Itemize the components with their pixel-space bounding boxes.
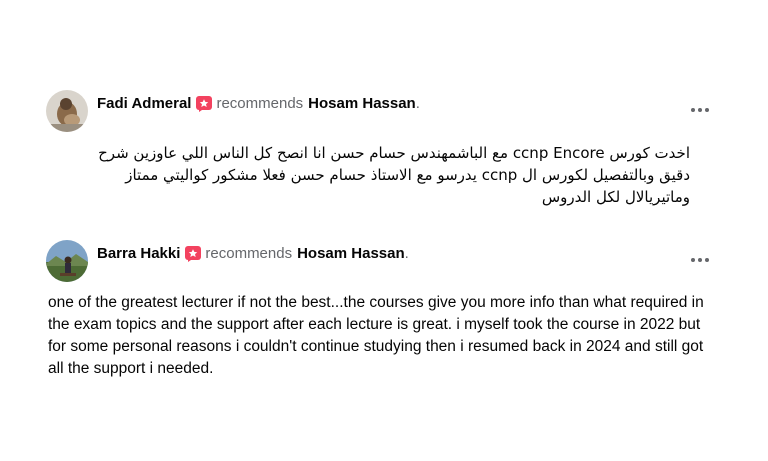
avatar[interactable]	[46, 240, 88, 282]
avatar-photo-icon	[46, 90, 88, 132]
review-text: one of the greatest lecturer if not the …	[48, 294, 704, 377]
recommends-label: recommends	[216, 95, 304, 112]
recommended-page-name[interactable]: Hosam Hassan	[297, 244, 405, 264]
recommend-icon	[185, 246, 202, 262]
more-options-button[interactable]	[686, 250, 714, 270]
review-headline: Fadi Admeral recommends Hosam Hassan.	[97, 94, 420, 114]
headline-period: .	[415, 95, 420, 112]
avatar-photo-icon	[46, 240, 88, 282]
more-options-button[interactable]	[686, 100, 714, 120]
review-text: اخدت كورس ccnp Encore مع الباشمهندس حسام…	[98, 144, 690, 206]
recommends-label: recommends	[205, 245, 293, 262]
review-header: Barra Hakki recommends Hosam Hassan.	[46, 240, 409, 282]
more-horizontal-icon	[691, 258, 695, 262]
avatar[interactable]	[46, 90, 88, 132]
recommended-page-name[interactable]: Hosam Hassan	[308, 94, 416, 114]
review-header: Fadi Admeral recommends Hosam Hassan.	[46, 90, 420, 132]
review-card: Barra Hakki recommends Hosam Hassan. one…	[40, 234, 728, 379]
review-card: Fadi Admeral recommends Hosam Hassan. اخ…	[40, 84, 728, 211]
author-name[interactable]: Barra Hakki	[97, 244, 180, 264]
review-headline: Barra Hakki recommends Hosam Hassan.	[97, 244, 409, 264]
recommend-icon	[196, 96, 213, 112]
more-horizontal-icon	[691, 108, 695, 112]
author-name[interactable]: Fadi Admeral	[97, 94, 191, 114]
headline-period: .	[404, 245, 409, 262]
